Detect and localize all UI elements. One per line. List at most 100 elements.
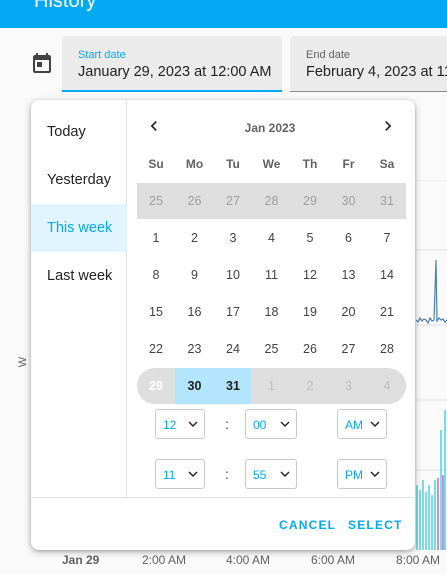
calendar-day[interactable]: 31: [368, 183, 406, 219]
calendar-day[interactable]: 11: [253, 257, 291, 293]
calendar-day[interactable]: 17: [214, 294, 252, 330]
end-ampm-value: PM: [345, 468, 363, 482]
range-last-week[interactable]: Last week: [31, 252, 127, 300]
calendar-day[interactable]: 13: [330, 257, 368, 293]
calendar-day[interactable]: 26: [176, 183, 214, 219]
calendar-day[interactable]: 1: [137, 220, 175, 256]
end-date-label: End date: [306, 49, 351, 61]
date-range-popup: Today Yesterday This week Last week Jan …: [31, 100, 415, 550]
end-hour-value: 11: [163, 468, 176, 482]
select-button[interactable]: SELECT: [348, 518, 403, 532]
weekday-label: Tu: [226, 157, 240, 171]
calendar-day[interactable]: 30: [176, 368, 214, 404]
start-minute-value: 00: [253, 418, 267, 432]
chevron-down-icon: [370, 471, 380, 477]
calendar-day[interactable]: 2: [291, 368, 329, 404]
calendar-day[interactable]: 28: [253, 183, 291, 219]
calendar-day[interactable]: 8: [137, 257, 175, 293]
calendar-day[interactable]: 16: [176, 294, 214, 330]
weekday-label: Th: [302, 157, 318, 171]
calendar-day[interactable]: 6: [330, 220, 368, 256]
y-axis-label: W: [17, 356, 30, 368]
weekday-label: Su: [148, 157, 164, 171]
history-chart-remnant: [414, 180, 447, 550]
weekday-label: We: [262, 157, 281, 171]
range-yesterday[interactable]: Yesterday: [31, 156, 127, 204]
calendar-day[interactable]: 9: [176, 257, 214, 293]
end-hour-select[interactable]: 11: [155, 459, 205, 489]
next-month-button[interactable]: [378, 116, 398, 136]
chevron-down-icon: [188, 471, 198, 477]
page-title: History: [34, 0, 97, 12]
calendar-day[interactable]: 5: [291, 220, 329, 256]
start-minute-select[interactable]: 00: [245, 409, 297, 439]
app-header: History: [0, 0, 447, 28]
calendar-day[interactable]: 27: [330, 331, 368, 367]
start-date-field[interactable]: Start date January 29, 2023 at 12:00 AM: [62, 36, 282, 92]
calendar-day[interactable]: 15: [137, 294, 175, 330]
start-hour-value: 12: [163, 418, 177, 432]
calendar-day[interactable]: 30: [330, 183, 368, 219]
chevron-right-icon: [385, 121, 392, 131]
calendar-day[interactable]: 2: [176, 220, 214, 256]
calendar-day[interactable]: 29: [137, 368, 175, 404]
calendar-icon[interactable]: [30, 52, 54, 76]
start-date-label: Start date: [78, 49, 126, 61]
weekday-label: Mo: [185, 157, 204, 171]
calendar-day[interactable]: 24: [214, 331, 252, 367]
chart-series-line: [415, 259, 447, 325]
chevron-down-icon: [188, 421, 198, 427]
end-date-value: February 4, 2023 at 11:55 PM: [306, 64, 447, 80]
weekday-label: Fr: [342, 157, 355, 171]
month-label: Jan 2023: [244, 121, 296, 135]
cancel-button[interactable]: CANCEL: [279, 518, 336, 532]
range-today[interactable]: Today: [31, 108, 127, 156]
calendar-day[interactable]: 25: [253, 331, 291, 367]
calendar-day[interactable]: 19: [291, 294, 329, 330]
calendar-day[interactable]: 31: [214, 368, 252, 404]
calendar-day[interactable]: 26: [291, 331, 329, 367]
calendar-day[interactable]: 1: [253, 368, 291, 404]
calendar-day[interactable]: 27: [214, 183, 252, 219]
calendar-day[interactable]: 3: [330, 368, 368, 404]
calendar-day[interactable]: 4: [253, 220, 291, 256]
calendar-day[interactable]: 7: [368, 220, 406, 256]
end-minute-value: 55: [253, 468, 267, 482]
x-tick-label: Jan 29: [62, 553, 100, 567]
calendar-day[interactable]: 28: [368, 331, 406, 367]
x-tick-label: 8:00 AM: [396, 553, 441, 567]
calendar: Jan 2023 Su Mo Tu We Th Fr Sa 25 26 27 28 29 30 31 1 2…: [128, 100, 415, 497]
calendar-day[interactable]: 23: [176, 331, 214, 367]
quick-range-list: Today Yesterday This week Last week: [31, 100, 127, 497]
start-hour-select[interactable]: 12: [155, 409, 205, 439]
picker-footer: CANCEL SELECT: [31, 497, 415, 550]
end-date-field[interactable]: End date February 4, 2023 at 11:55 PM: [290, 36, 447, 92]
time-separator: :: [225, 416, 229, 432]
calendar-day[interactable]: 29: [291, 183, 329, 219]
chevron-down-icon: [370, 421, 380, 427]
end-ampm-select[interactable]: PM: [337, 459, 387, 489]
x-tick-label: 2:00 AM: [142, 553, 187, 567]
calendar-day[interactable]: 4: [368, 368, 406, 404]
calendar-day[interactable]: 22: [137, 331, 175, 367]
end-minute-select[interactable]: 55: [245, 459, 297, 489]
start-date-value: January 29, 2023 at 12:00 AM: [78, 64, 272, 80]
time-separator: :: [225, 466, 229, 482]
start-ampm-value: AM: [345, 418, 363, 432]
x-tick-label: 6:00 AM: [311, 553, 356, 567]
x-tick-label: 4:00 AM: [226, 553, 271, 567]
calendar-day[interactable]: 18: [253, 294, 291, 330]
chevron-down-icon: [280, 471, 290, 477]
start-ampm-select[interactable]: AM: [337, 409, 387, 439]
calendar-day[interactable]: 10: [214, 257, 252, 293]
calendar-day[interactable]: 25: [137, 183, 175, 219]
calendar-day[interactable]: 3: [214, 220, 252, 256]
calendar-day[interactable]: 20: [330, 294, 368, 330]
calendar-day[interactable]: 14: [368, 257, 406, 293]
chart-series-bars: [416, 410, 446, 550]
calendar-day[interactable]: 12: [291, 257, 329, 293]
calendar-day[interactable]: 21: [368, 294, 406, 330]
chevron-down-icon: [280, 421, 290, 427]
weekday-label: Sa: [379, 157, 395, 171]
range-this-week[interactable]: This week: [31, 204, 127, 252]
